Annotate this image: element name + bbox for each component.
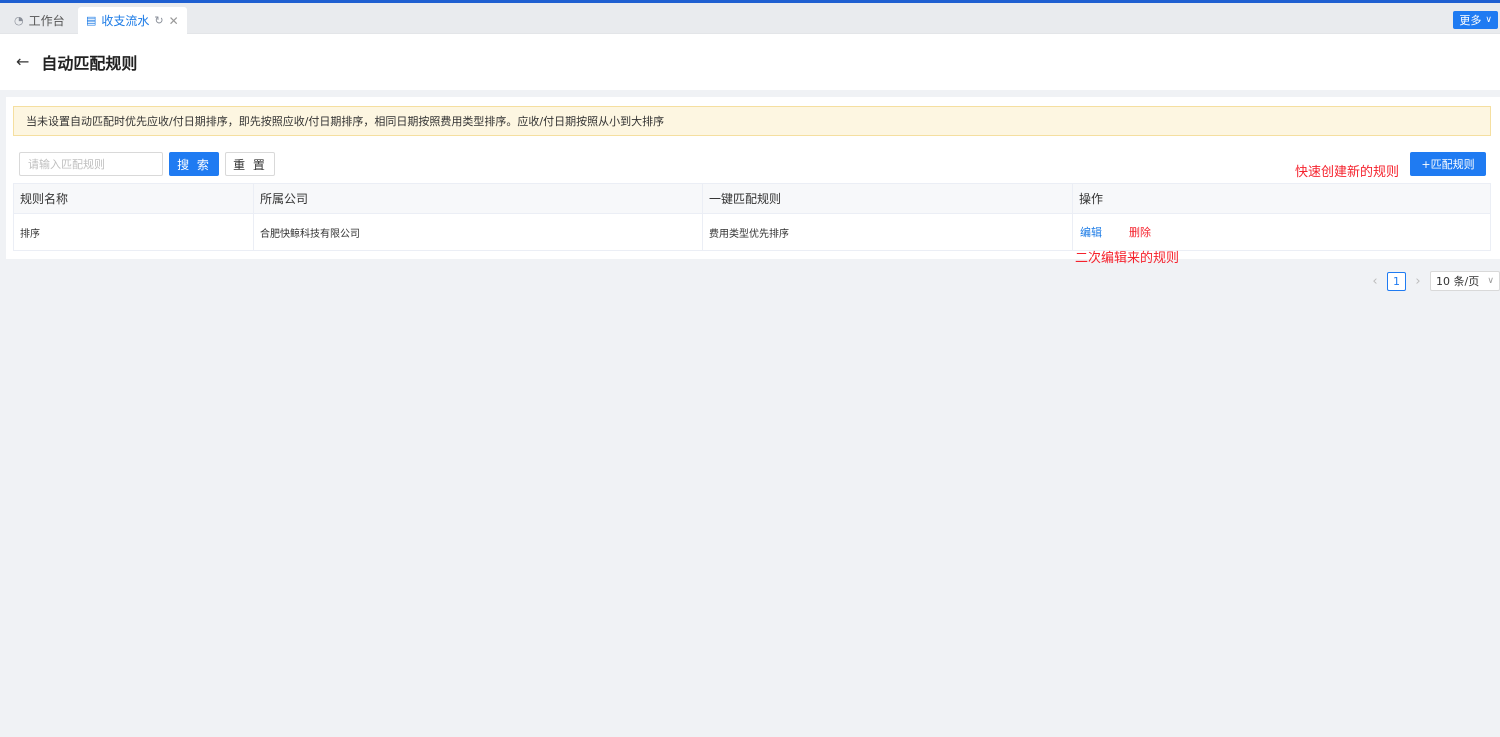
company-cell: 合肥快鲸科技有限公司	[254, 214, 703, 250]
column-header: 规则名称	[14, 184, 254, 213]
tab-workbench[interactable]: ◔ 工作台	[6, 7, 73, 34]
tab-label: 工作台	[28, 14, 65, 28]
match-rule-cell: 费用类型优先排序	[703, 214, 1073, 250]
search-input[interactable]	[19, 152, 163, 176]
tab-cashflow[interactable]: ▤ 收支流水 ↻ ✕	[78, 7, 187, 34]
pagination: ‹ 1 › 10 条/页 ∨	[1369, 271, 1500, 291]
page-number-current[interactable]: 1	[1387, 271, 1406, 291]
tab-bar: ◔ 工作台 ▤ 收支流水 ↻ ✕ 更多 ∨	[0, 3, 1500, 34]
page-size-label: 10 条/页	[1436, 275, 1480, 288]
create-rule-annotation: 快速创建新的规则	[1295, 165, 1400, 180]
chevron-down-icon: ∨	[1485, 15, 1492, 25]
prev-page-icon[interactable]: ‹	[1369, 274, 1381, 289]
edit-link[interactable]: 编辑	[1080, 224, 1102, 240]
table-row: 排序 合肥快鲸科技有限公司 费用类型优先排序 编辑 删除	[14, 214, 1490, 250]
rules-table: 规则名称 所属公司 一键匹配规则 操作 排序 合肥快鲸科技有限公司 费用类型优先…	[13, 183, 1491, 251]
page-header: ← 自动匹配规则	[0, 34, 1500, 90]
page-title: 自动匹配规则	[41, 54, 138, 73]
more-button-label: 更多	[1459, 14, 1482, 27]
notice-banner: 当未设置自动匹配时优先应收/付日期排序，即先按照应收/付日期排序，相同日期按照费…	[13, 106, 1491, 136]
add-rule-button[interactable]: +匹配规则	[1410, 152, 1486, 176]
close-icon[interactable]: ✕	[169, 15, 179, 27]
actions-cell: 编辑 删除	[1073, 214, 1490, 250]
edit-rule-annotation: 二次编辑来的规则	[1075, 251, 1180, 266]
tab-label: 收支流水	[101, 14, 150, 28]
table-header: 规则名称 所属公司 一键匹配规则 操作	[14, 184, 1490, 214]
back-arrow-icon[interactable]: ←	[16, 54, 29, 70]
refresh-icon[interactable]: ↻	[154, 15, 163, 26]
next-page-icon[interactable]: ›	[1412, 274, 1424, 289]
notice-text: 当未设置自动匹配时优先应收/付日期排序，即先按照应收/付日期排序，相同日期按照费…	[26, 115, 665, 128]
column-header: 操作	[1079, 192, 1104, 206]
more-button[interactable]: 更多 ∨	[1453, 11, 1498, 29]
rule-name-cell: 排序	[14, 214, 254, 250]
chevron-down-icon: ∨	[1487, 276, 1494, 286]
page-size-select[interactable]: 10 条/页 ∨	[1430, 271, 1500, 291]
dashboard-icon: ◔	[14, 14, 24, 27]
document-icon: ▤	[86, 14, 97, 27]
search-button[interactable]: 搜 索	[169, 152, 219, 176]
content-panel: 当未设置自动匹配时优先应收/付日期排序，即先按照应收/付日期排序，相同日期按照费…	[6, 97, 1500, 266]
reset-button[interactable]: 重 置	[225, 152, 275, 176]
column-header: 所属公司	[254, 184, 703, 213]
delete-link[interactable]: 删除	[1129, 224, 1151, 240]
column-header: 一键匹配规则	[703, 184, 1073, 213]
